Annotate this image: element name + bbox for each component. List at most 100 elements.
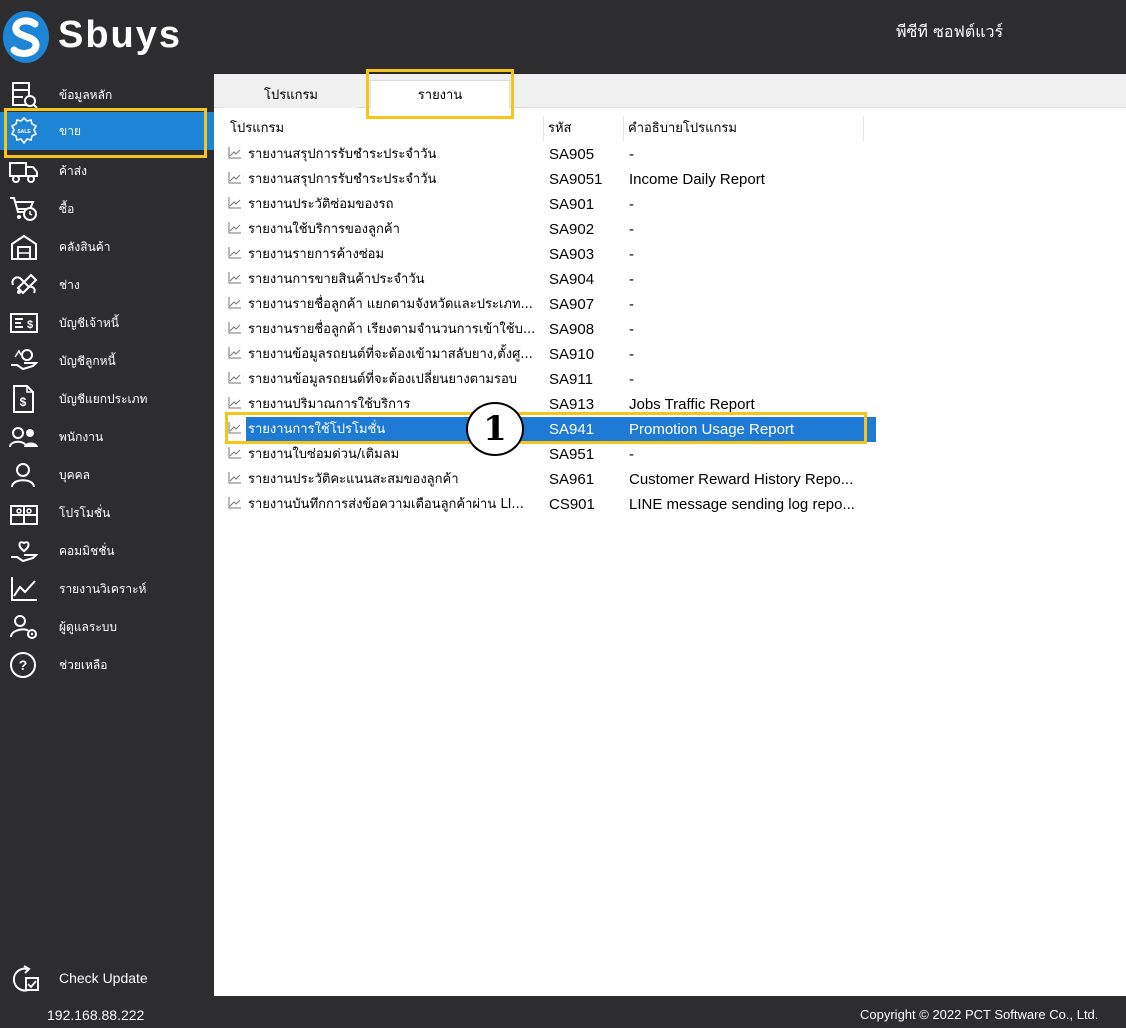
- sidebar-item-promotion[interactable]: โปรโมชั่น: [0, 494, 214, 532]
- sidebar: ข้อมูลหลัก SALE ขาย ค้าส่ง ซื้อ คลังสินค…: [0, 74, 214, 1028]
- report-description: -: [629, 246, 634, 263]
- sidebar-item-label: คอมมิชชั่น: [59, 543, 115, 558]
- sidebar-item-label: บัญชีเจ้าหนี้: [59, 315, 119, 330]
- report-description: -: [629, 196, 634, 213]
- report-description: LINE message sending log repo...: [629, 496, 855, 513]
- report-description: Customer Reward History Repo...: [629, 471, 854, 488]
- warehouse-icon: [9, 233, 39, 261]
- report-name: รายงานสรุปการรับชำระประจำวัน: [248, 147, 437, 162]
- sidebar-item-receivable[interactable]: บัญชีลูกหนี้: [0, 342, 214, 380]
- report-description: -: [629, 146, 634, 163]
- report-chart-icon: [228, 322, 241, 334]
- report-code: SA911: [549, 371, 593, 388]
- tab-program[interactable]: โปรแกรม: [224, 80, 358, 108]
- report-name: รายงานรายชื่อลูกค้า เรียงตามจำนวนการเข้า…: [248, 322, 536, 337]
- report-chart-icon: [228, 272, 241, 284]
- svg-text:?: ?: [19, 657, 28, 673]
- table-row[interactable]: รายงานรายการค้างซ่อม SA903 -: [226, 242, 866, 267]
- admin-icon: [9, 613, 39, 641]
- logo-icon: [3, 11, 49, 63]
- report-name: รายงานรายการค้างซ่อม: [248, 247, 385, 262]
- table-row[interactable]: รายงานใบซ่อมด่วน/เติมลม SA951 -: [226, 442, 866, 467]
- report-code: SA910: [549, 346, 595, 363]
- help-icon: ?: [9, 651, 39, 679]
- employees-icon: [9, 423, 39, 451]
- report-chart-icon: [228, 397, 241, 409]
- table-row[interactable]: รายงานบันทึกการส่งข้อความเตือนลูกค้าผ่าน…: [226, 492, 866, 517]
- sidebar-item-label: ผู้ดูแลระบบ: [59, 619, 118, 634]
- sale-highlight-box: [4, 108, 207, 158]
- table-row[interactable]: รายงานข้อมูลรถยนต์ที่จะต้องเข้ามาสลับยาง…: [226, 342, 866, 367]
- column-header-program[interactable]: โปรแกรม: [226, 116, 544, 141]
- sidebar-item-label: บัญชีลูกหนี้: [59, 353, 116, 368]
- report-name: รายงานข้อมูลรถยนต์ที่จะต้องเปลี่ยนยางตาม…: [248, 372, 518, 387]
- company-name: พีซีที ซอฟต์แวร์: [896, 22, 1004, 41]
- sidebar-item-employees[interactable]: พนักงาน: [0, 418, 214, 456]
- sidebar-item-mechanic[interactable]: ช่าง: [0, 266, 214, 304]
- master-data-icon: [9, 81, 39, 109]
- main-content: โปรแกรม รายงาน โปรแกรม รหัส คำอธิบายโปรแ…: [214, 69, 1126, 996]
- report-chart-icon: [228, 297, 241, 309]
- brand-name: Sbuys: [58, 14, 183, 56]
- report-name: รายงานประวัติคะแนนสะสมของลูกค้า: [248, 472, 459, 487]
- table-row[interactable]: รายงานรายชื่อลูกค้า เรียงตามจำนวนการเข้า…: [226, 317, 866, 342]
- report-description: -: [629, 371, 634, 388]
- brand-logo: Sbuys: [0, 6, 200, 68]
- table-row[interactable]: รายงานประวัติซ่อมของรถ SA901 -: [226, 192, 866, 217]
- report-chart-icon: [228, 372, 241, 384]
- table-row[interactable]: รายงานสรุปการรับชำระประจำวัน SA905 -: [226, 142, 866, 167]
- report-code: CS901: [549, 496, 595, 513]
- truck-icon: [9, 157, 39, 185]
- sidebar-item-purchase[interactable]: ซื้อ: [0, 190, 214, 228]
- copyright-text: Copyright © 2022 PCT Software Co., Ltd.: [860, 1007, 1099, 1022]
- report-description: -: [629, 296, 634, 313]
- refresh-icon: [10, 964, 40, 994]
- table-row[interactable]: รายงานใช้บริการของลูกค้า SA902 -: [226, 217, 866, 242]
- report-name: รายงานใช้บริการของลูกค้า: [248, 222, 400, 237]
- report-description: Income Daily Report: [629, 171, 765, 188]
- report-code: SA907: [549, 296, 595, 313]
- report-code: SA902: [549, 221, 595, 238]
- report-chart-icon: [228, 347, 241, 359]
- check-update-button[interactable]: Check Update: [0, 962, 214, 996]
- selected-row-highlight-box: [225, 412, 867, 444]
- table-row[interactable]: รายงานประวัติคะแนนสะสมของลูกค้า SA961 Cu…: [226, 467, 866, 492]
- report-code: SA901: [549, 196, 595, 213]
- wrench-icon: [9, 271, 39, 299]
- table-row[interactable]: รายงานสรุปการรับชำระประจำวัน SA9051 Inco…: [226, 167, 866, 192]
- sidebar-item-analytics[interactable]: รายงานวิเคราะห์: [0, 570, 214, 608]
- sidebar-item-payable[interactable]: $ บัญชีเจ้าหนี้: [0, 304, 214, 342]
- report-code: SA961: [549, 471, 595, 488]
- commission-icon: [9, 537, 39, 565]
- report-code: SA908: [549, 321, 595, 338]
- chart-icon: [9, 575, 39, 603]
- check-update-label: Check Update: [59, 970, 148, 986]
- invoice-icon: $: [9, 309, 39, 337]
- sidebar-item-help[interactable]: ? ช่วยเหลือ: [0, 646, 214, 684]
- column-header-description[interactable]: คำอธิบายโปรแกรม: [624, 116, 864, 141]
- sidebar-item-admin[interactable]: ผู้ดูแลระบบ: [0, 608, 214, 646]
- sidebar-item-label: ค้าส่ง: [59, 163, 87, 178]
- table-row[interactable]: รายงานรายชื่อลูกค้า แยกตามจังหวัดและประเ…: [226, 292, 866, 317]
- report-description: -: [629, 271, 634, 288]
- gift-icon: [9, 499, 39, 527]
- app-header: Sbuys พีซีที ซอฟต์แวร์: [0, 0, 1126, 74]
- report-chart-icon: [228, 172, 241, 184]
- table-row[interactable]: รายงานการขายสินค้าประจำวัน SA904 -: [226, 267, 866, 292]
- sidebar-item-label: บัญชีแยกประเภท: [59, 391, 148, 406]
- ip-address: 192.168.88.222: [47, 1007, 145, 1023]
- table-row[interactable]: รายงานข้อมูลรถยนต์ที่จะต้องเปลี่ยนยางตาม…: [226, 367, 866, 392]
- sidebar-item-label: ช่าง: [59, 277, 80, 292]
- column-header-code[interactable]: รหัส: [544, 116, 624, 141]
- report-chart-icon: [228, 197, 241, 209]
- report-code: SA905: [549, 146, 595, 163]
- report-name: รายงานประวัติซ่อมของรถ: [248, 197, 394, 212]
- sidebar-item-warehouse[interactable]: คลังสินค้า: [0, 228, 214, 266]
- sidebar-item-ledger[interactable]: $ บัญชีแยกประเภท: [0, 380, 214, 418]
- svg-text:$: $: [27, 319, 33, 331]
- sidebar-item-label: ข้อมูลหลัก: [59, 87, 113, 102]
- sidebar-item-label: ช่วยเหลือ: [59, 657, 108, 672]
- sidebar-item-person[interactable]: บุคคล: [0, 456, 214, 494]
- sidebar-item-commission[interactable]: คอมมิชชั่น: [0, 532, 214, 570]
- report-code: SA951: [549, 446, 595, 463]
